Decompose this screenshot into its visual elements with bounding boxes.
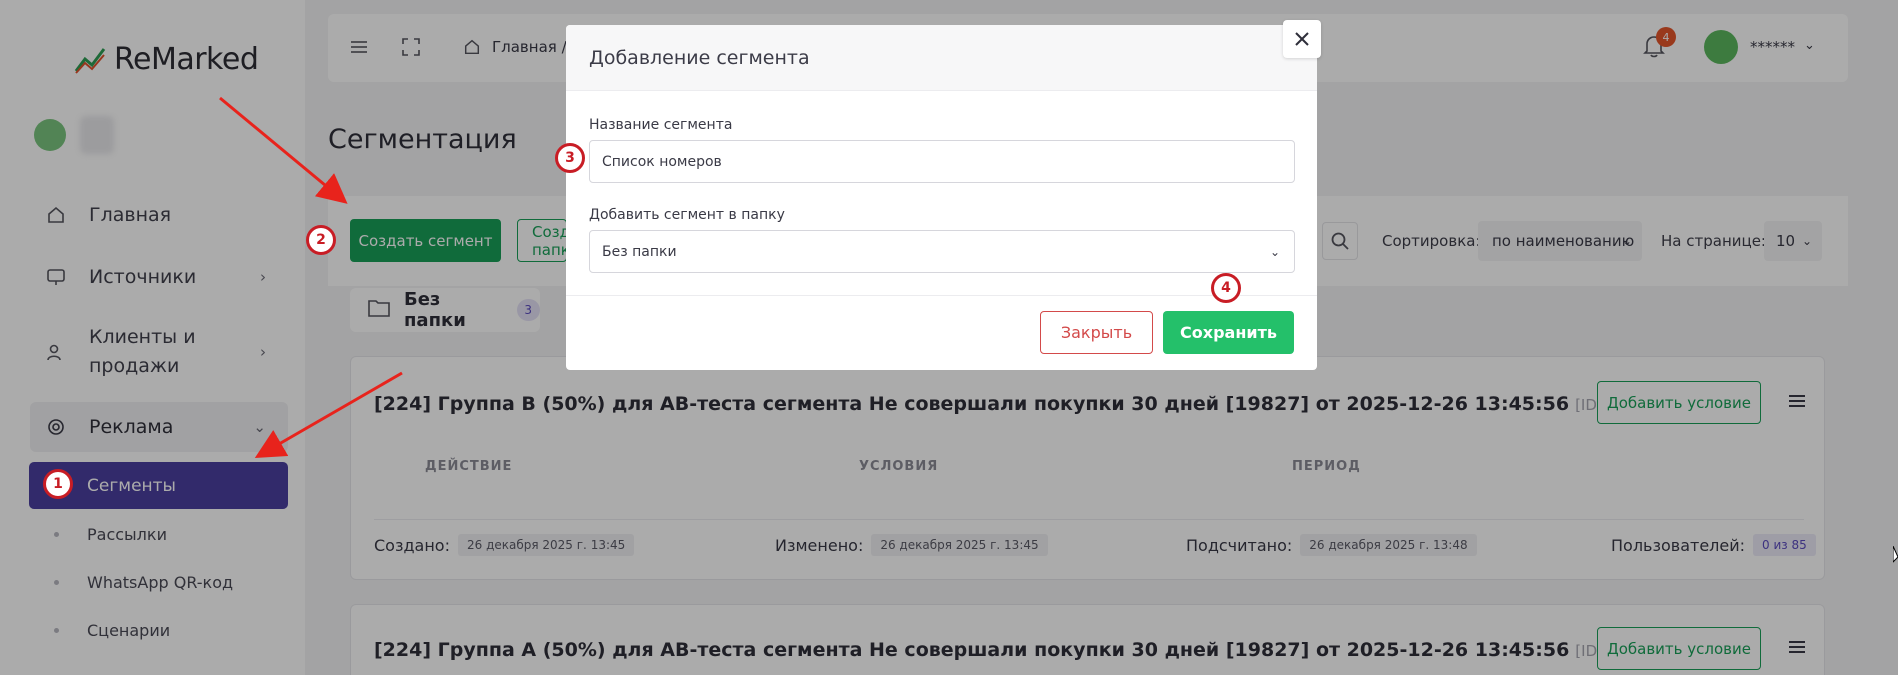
step-badge-1: 1 xyxy=(43,469,73,499)
modal-title: Добавление сегмента xyxy=(566,25,1317,91)
segment-name-value: Список номеров xyxy=(602,153,722,170)
segment-name-input[interactable]: Список номеров xyxy=(589,140,1295,183)
segment-folder-select[interactable]: Без папки ⌄ xyxy=(589,230,1295,273)
step-badge-3: 3 xyxy=(555,143,585,173)
divider xyxy=(566,295,1317,296)
mouse-cursor-icon xyxy=(1892,545,1898,568)
save-button[interactable]: Сохранить xyxy=(1163,311,1294,354)
close-button[interactable]: Закрыть xyxy=(1040,311,1153,354)
step-badge-2: 2 xyxy=(306,225,336,255)
segment-folder-label: Добавить сегмент в папку xyxy=(589,207,785,223)
step-badge-4: 4 xyxy=(1211,273,1241,303)
segment-folder-value: Без папки xyxy=(602,243,677,260)
close-icon[interactable] xyxy=(1283,20,1321,58)
segment-name-label: Название сегмента xyxy=(589,117,733,133)
add-segment-modal: Добавление сегмента Название сегмента Сп… xyxy=(566,25,1317,370)
chevron-down-icon: ⌄ xyxy=(1269,244,1280,259)
